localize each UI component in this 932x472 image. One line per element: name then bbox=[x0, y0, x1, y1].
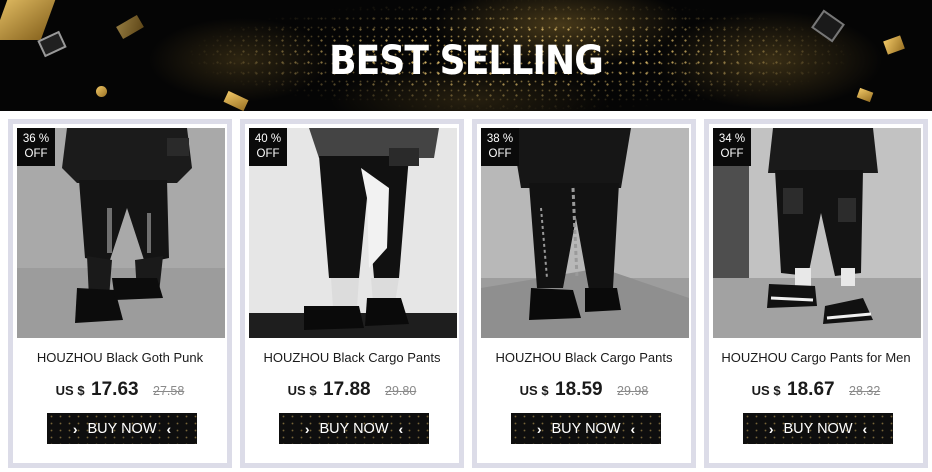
price-row: US $ 18.59 29.98 bbox=[477, 379, 691, 401]
product-photo[interactable]: 36 % OFF bbox=[17, 128, 225, 338]
currency: US $ bbox=[55, 383, 85, 398]
price-row: US $ 18.67 28.32 bbox=[709, 379, 923, 401]
buy-now-button[interactable]: › BUY NOW ‹ bbox=[47, 413, 197, 444]
gold-flake-decoration bbox=[96, 86, 107, 97]
price-row: US $ 17.88 29.80 bbox=[245, 379, 459, 401]
buy-now-button[interactable]: › BUY NOW ‹ bbox=[279, 413, 429, 444]
currency: US $ bbox=[519, 383, 549, 398]
buy-now-label: BUY NOW bbox=[319, 420, 389, 437]
currency: US $ bbox=[751, 383, 781, 398]
buy-now-label: BUY NOW bbox=[551, 420, 621, 437]
chevron-left-icon: ‹ bbox=[398, 420, 404, 437]
chevron-left-icon: ‹ bbox=[630, 420, 636, 437]
price-row: US $ 17.63 27.58 bbox=[13, 379, 227, 401]
product-card[interactable]: 38 % OFF HOUZHOU Black Cargo Pants US $ … bbox=[472, 119, 696, 468]
product-card[interactable]: 34 % OFF HOUZHOU Cargo Pants for Men US … bbox=[704, 119, 928, 468]
sale-price: 17.88 bbox=[323, 379, 371, 400]
discount-badge: 40 % OFF bbox=[249, 128, 287, 166]
chevron-left-icon: ‹ bbox=[166, 420, 172, 437]
chevron-right-icon: › bbox=[304, 420, 310, 437]
chevron-right-icon: › bbox=[72, 420, 78, 437]
product-photo[interactable]: 38 % OFF bbox=[481, 128, 689, 338]
original-price: 29.80 bbox=[385, 384, 417, 398]
chevron-left-icon: ‹ bbox=[862, 420, 868, 437]
best-selling-banner: BEST SELLING bbox=[0, 0, 932, 111]
product-title[interactable]: HOUZHOU Black Cargo Pants bbox=[245, 350, 459, 365]
product-photo[interactable]: 40 % OFF bbox=[249, 128, 457, 338]
discount-badge: 34 % OFF bbox=[713, 128, 751, 166]
product-photo[interactable]: 34 % OFF bbox=[713, 128, 921, 338]
currency: US $ bbox=[287, 383, 317, 398]
buy-now-button[interactable]: › BUY NOW ‹ bbox=[743, 413, 893, 444]
chevron-right-icon: › bbox=[536, 420, 542, 437]
product-card[interactable]: 40 % OFF HOUZHOU Black Cargo Pants US $ … bbox=[240, 119, 464, 468]
product-title[interactable]: HOUZHOU Cargo Pants for Men bbox=[709, 350, 923, 365]
original-price: 28.32 bbox=[849, 384, 881, 398]
sale-price: 18.67 bbox=[787, 379, 835, 400]
original-price: 27.58 bbox=[153, 384, 185, 398]
buy-now-label: BUY NOW bbox=[783, 420, 853, 437]
product-title[interactable]: HOUZHOU Black Goth Punk bbox=[13, 350, 227, 365]
discount-badge: 36 % OFF bbox=[17, 128, 55, 166]
original-price: 29.98 bbox=[617, 384, 649, 398]
product-card[interactable]: 36 % OFF HOUZHOU Black Goth Punk US $ 17… bbox=[8, 119, 232, 468]
buy-now-label: BUY NOW bbox=[87, 420, 157, 437]
chevron-right-icon: › bbox=[768, 420, 774, 437]
product-title[interactable]: HOUZHOU Black Cargo Pants bbox=[477, 350, 691, 365]
discount-badge: 38 % OFF bbox=[481, 128, 519, 166]
sale-price: 18.59 bbox=[555, 379, 603, 400]
banner-title: BEST SELLING bbox=[329, 38, 604, 84]
sale-price: 17.63 bbox=[91, 379, 139, 400]
buy-now-button[interactable]: › BUY NOW ‹ bbox=[511, 413, 661, 444]
product-grid: 36 % OFF HOUZHOU Black Goth Punk US $ 17… bbox=[0, 111, 932, 472]
